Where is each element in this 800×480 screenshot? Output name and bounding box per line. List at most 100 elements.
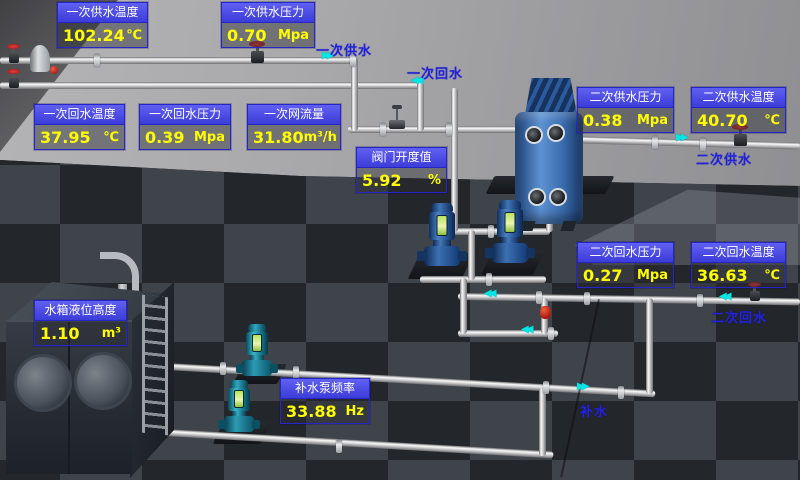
label-value-row: 0.39 Mpa	[140, 125, 230, 149]
sensor-label-primary-supply-temp: 一次供水温度 102.24℃	[57, 2, 148, 48]
pump-cap	[431, 203, 453, 212]
hx-port	[525, 126, 543, 144]
label-value: 0.39	[145, 128, 184, 147]
red-valve-actuator[interactable]	[540, 306, 551, 319]
label-title: 一次网流量	[248, 105, 340, 125]
label-unit: Mpa	[637, 268, 668, 283]
label-unit: m³/h	[304, 130, 337, 145]
pump-cap	[230, 380, 248, 388]
pipe-label-secondary-supply: 二次供水	[696, 149, 752, 168]
hmi-scene: ▶▶ ◀◀ ▶▶ ◀◀ ◀◀ ◀◀ ▶▶	[0, 0, 800, 480]
pump-motor	[246, 332, 268, 355]
label-unit: Mpa	[637, 113, 668, 128]
makeup-pump-1[interactable]	[242, 324, 272, 376]
label-title: 水箱液位高度	[35, 301, 126, 321]
label-value: 0.38	[583, 111, 622, 130]
label-title: 二次供水温度	[692, 88, 785, 108]
label-title: 二次回水压力	[578, 243, 673, 263]
sensor-label-primary-return-temp: 一次回水温度 37.95℃	[34, 104, 125, 150]
pipe-flange	[652, 136, 658, 149]
pipe-pump-manifold-lower	[420, 276, 546, 283]
pipe-riser	[468, 230, 475, 280]
circulation-pump-2[interactable]	[492, 200, 528, 263]
control-valve-stem	[396, 109, 398, 120]
pump-volute	[424, 246, 460, 266]
flow-arrow-right-icon: ▶▶	[577, 381, 589, 392]
label-value-row: 1.10 m³	[35, 321, 126, 345]
pipe-flange	[584, 292, 590, 305]
makeup-pump-2[interactable]	[224, 380, 254, 432]
pipe-riser	[417, 82, 424, 131]
shutoff-valve[interactable]	[7, 44, 20, 63]
pump-volute	[492, 243, 528, 263]
label-title: 一次供水压力	[222, 3, 314, 23]
label-unit: Mpa	[278, 28, 309, 43]
label-value-row: 0.70 Mpa	[222, 23, 314, 47]
label-unit: ℃	[764, 113, 780, 128]
label-unit: m³	[102, 326, 121, 341]
label-value: 1.10	[40, 324, 79, 343]
sensor-label-primary-return-pressure: 一次回水压力 0.39 Mpa	[139, 104, 231, 150]
label-title: 阀门开度值	[357, 148, 446, 168]
tank-manhole	[14, 354, 72, 412]
sensor-label-primary-supply-pressure: 一次供水压力 0.70 Mpa	[221, 2, 315, 48]
pipe-flange	[336, 440, 342, 453]
label-value: 5.92	[362, 171, 401, 190]
label-unit: ℃	[103, 130, 119, 145]
flow-arrow-left-icon: ◀◀	[719, 291, 731, 302]
pump-motor	[497, 209, 523, 237]
pump-indicator-window	[437, 215, 448, 236]
label-value: 40.70	[697, 111, 748, 130]
shutoff-valve[interactable]	[7, 69, 20, 88]
sensor-label-valve-opening: 阀门开度值 5.92%	[356, 147, 447, 193]
label-title: 一次供水温度	[58, 3, 147, 23]
label-value: 0.70	[227, 26, 266, 45]
pipe-flange	[380, 123, 386, 136]
pipe-label-primary-return: 一次回水	[407, 63, 463, 82]
pipe-makeup-riser	[646, 298, 653, 394]
pipe-label-primary-supply: 一次供水	[316, 40, 372, 59]
flow-arrow-right-icon: ▶▶	[676, 132, 688, 143]
label-title: 一次回水温度	[35, 105, 124, 125]
pipe-flange	[220, 362, 226, 375]
sensor-label-tank-level: 水箱液位高度 1.10 m³	[34, 300, 127, 346]
label-value: 102.24	[63, 26, 125, 45]
valve-body	[251, 51, 264, 63]
tank-ladder	[142, 295, 168, 436]
circulation-pump-1[interactable]	[424, 203, 460, 266]
label-title: 二次供水压力	[578, 88, 673, 108]
pipe-riser	[351, 57, 358, 131]
pipe-primary-return	[0, 82, 424, 89]
pipe-flange	[697, 294, 703, 307]
sensor-label-primary-network-flow: 一次网流量 31.80m³/h	[247, 104, 341, 150]
sensor-label-secondary-return-pressure: 二次回水压力 0.27 Mpa	[577, 242, 674, 288]
pump-motor	[429, 212, 455, 240]
pump-volute	[224, 416, 254, 432]
label-unit: ℃	[764, 268, 780, 283]
pump-indicator-window	[234, 390, 244, 408]
flow-arrow-left-icon: ◀◀	[521, 324, 533, 335]
label-unit: Mpa	[194, 130, 225, 145]
hx-port	[549, 188, 567, 206]
strainer-filter	[30, 45, 50, 72]
control-valve[interactable]	[389, 105, 405, 129]
control-valve-body	[389, 120, 405, 129]
label-value: 31.80	[253, 128, 304, 147]
label-value-row: 0.38 Mpa	[578, 108, 673, 132]
label-title: 二次回水温度	[692, 243, 785, 263]
label-value-row: 40.70 ℃	[692, 108, 785, 132]
pipe-label-makeup-water: 补水	[580, 401, 608, 420]
label-value-row: 37.95℃	[35, 125, 124, 149]
pump-motor	[228, 388, 250, 411]
label-title: 补水泵频率	[281, 379, 369, 399]
valve-body	[9, 78, 19, 88]
label-title: 一次回水压力	[140, 105, 230, 125]
pipe-flange	[548, 327, 554, 340]
hx-port	[528, 188, 546, 206]
label-value: 0.27	[583, 266, 622, 285]
flow-arrow-left-icon: ◀◀	[484, 288, 496, 299]
pipe-riser	[460, 278, 467, 334]
pump-indicator-window	[252, 334, 262, 352]
pipe-riser	[539, 388, 546, 456]
label-value-row: 33.88Hz	[281, 399, 369, 423]
